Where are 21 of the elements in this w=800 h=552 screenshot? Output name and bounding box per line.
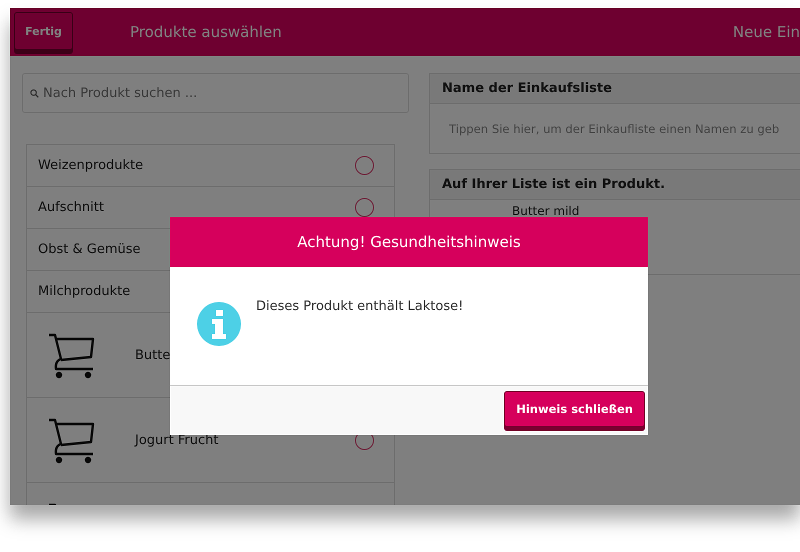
- cart-icon: [47, 416, 95, 464]
- dialog-title: Achtung! Gesundheitshinweis: [170, 217, 648, 267]
- list-item[interactable]: Weizenprodukte: [27, 145, 394, 187]
- item-label: Weizenprodukte: [38, 158, 144, 173]
- panel-heading: Auf Ihrer Liste ist ein Produkt.: [430, 170, 800, 200]
- search-field[interactable]: Nach Produkt suchen ...: [22, 73, 409, 113]
- search-icon: [30, 89, 39, 98]
- item-label: Milchprodukte: [38, 284, 130, 299]
- dialog-message: Dieses Produkt enthält Laktose!: [256, 299, 464, 314]
- list-name-field[interactable]: Tippen Sie hier, um der Einkaufliste einen Namen zu geb: [430, 120, 800, 136]
- page-title: Neue Ein: [732, 23, 800, 41]
- item-label: Aufschnitt: [38, 200, 104, 215]
- panel-heading: Name der Einkaufsliste: [430, 74, 800, 104]
- item-label: Jogurt Frucht: [135, 432, 218, 448]
- page-title: Produkte auswählen: [130, 23, 282, 41]
- item-label: Butte: [135, 348, 170, 362]
- info-icon: [197, 302, 241, 346]
- item-label: Obst & Gemüse: [38, 242, 141, 257]
- list-entry: Butter mild: [512, 205, 580, 217]
- select-circle[interactable]: [355, 156, 374, 175]
- cart-icon: [47, 331, 95, 379]
